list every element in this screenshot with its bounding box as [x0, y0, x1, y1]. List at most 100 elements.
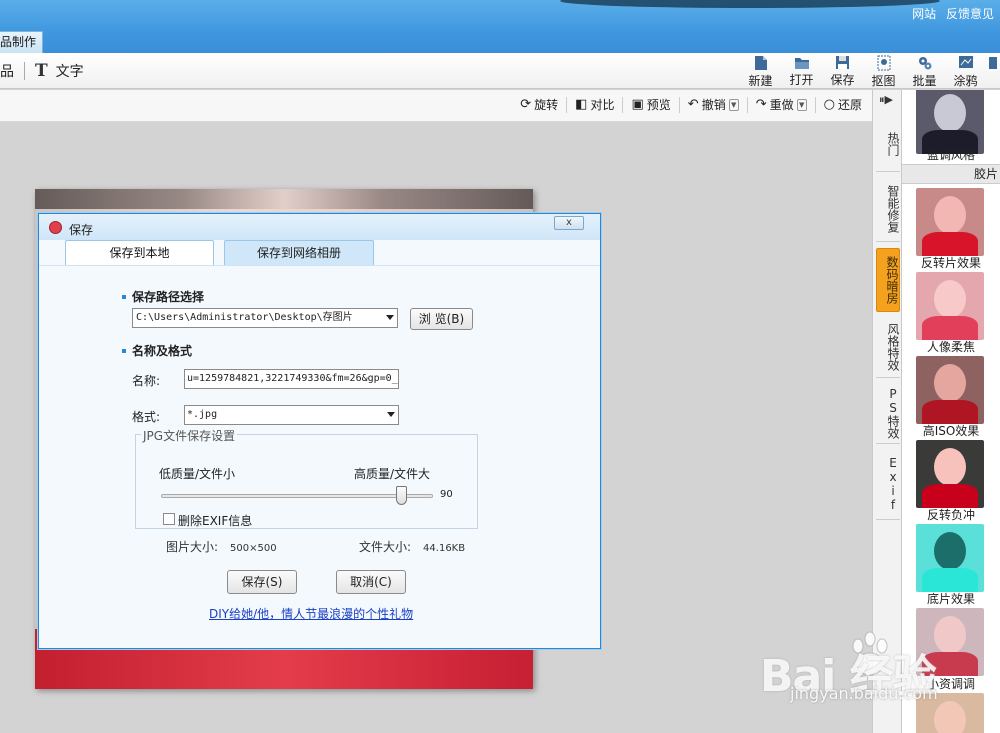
- save-button[interactable]: 保存: [822, 55, 863, 88]
- promo-link[interactable]: DIY给她/他，情人节最浪漫的个性礼物: [209, 605, 413, 622]
- effect-label: 人像柔焦: [926, 340, 975, 354]
- tab-style-effects[interactable]: 风格特效: [876, 316, 900, 378]
- file-size-info: 文件大小: 44.16KB: [359, 538, 465, 555]
- effect-thumb-petty-bourgeois[interactable]: [916, 608, 984, 676]
- website-link[interactable]: 网站: [912, 7, 936, 21]
- undo-button[interactable]: ↶ 撤销 ▼: [684, 96, 743, 113]
- redo-button[interactable]: ↷ 重做 ▼: [752, 96, 811, 113]
- jpg-settings-title: JPG文件保存设置: [141, 427, 238, 444]
- quality-slider-track[interactable]: [161, 494, 433, 498]
- effect-label: 蓝调风格: [926, 148, 975, 162]
- app-logo-icon: [49, 221, 62, 234]
- name-section-title: 名称及格式: [122, 342, 192, 359]
- collapse-panel-icon[interactable]: ⏸▶: [879, 93, 893, 107]
- redo-dropdown-icon[interactable]: ▼: [796, 98, 807, 111]
- effect-thumb-next[interactable]: [916, 693, 984, 733]
- feedback-link[interactable]: 反馈意见: [946, 7, 994, 21]
- divider: [566, 96, 568, 113]
- effect-thumb-high-iso[interactable]: [916, 356, 984, 424]
- bullet-icon: [122, 294, 126, 299]
- dialog-tabs: 保存到本地 保存到网络相册: [65, 240, 384, 266]
- thumb-body: [922, 484, 978, 508]
- redo-icon: ↷: [755, 97, 767, 112]
- thumb-face: [934, 701, 966, 733]
- image-size-value: 500×500: [230, 543, 277, 554]
- dialog-title: 保存: [69, 223, 94, 237]
- browse-button[interactable]: 浏 览(B): [410, 308, 473, 330]
- restore-button[interactable]: ○ 还原: [820, 96, 866, 113]
- chevron-down-icon[interactable]: [386, 315, 394, 320]
- cutout-label: 抠图: [871, 74, 896, 88]
- dialog-body: 保存路径选择 C:\Users\Administrator\Desktop\存图…: [39, 265, 600, 648]
- dialog-titlebar[interactable]: 保存 x: [39, 214, 600, 240]
- restore-icon: ○: [823, 97, 835, 112]
- thumb-body: [922, 568, 978, 592]
- preview-label: 预览: [646, 98, 671, 112]
- rotate-button[interactable]: ⟳ 旋转: [516, 96, 562, 113]
- save-confirm-button[interactable]: 保存(S): [227, 570, 297, 594]
- compare-icon: ◧: [575, 97, 588, 112]
- file-size-label: 文件大小:: [359, 540, 412, 554]
- save-dialog: 保存 x 保存到本地 保存到网络相册 保存路径选择 C:\Users\Admin…: [38, 213, 601, 649]
- tab-digital-darkroom[interactable]: 数码暗房: [876, 248, 900, 312]
- bullet-icon: [122, 348, 126, 353]
- divider: [24, 62, 25, 80]
- restore-label: 还原: [837, 98, 862, 112]
- more-button[interactable]: [986, 55, 1000, 88]
- batch-button[interactable]: 批量: [904, 55, 945, 88]
- quality-value: 90: [440, 489, 453, 500]
- product-menu[interactable]: 品: [0, 61, 14, 81]
- effect-thumbnails-panel: 蓝调风格 胶片 反转片效果 人像柔焦 高ISO效果 反转负冲 底片效果 小资调调: [902, 90, 1000, 733]
- quality-slider-thumb[interactable]: [396, 486, 407, 505]
- tab-hot[interactable]: 热门: [876, 116, 900, 172]
- thumb-face: [934, 448, 966, 486]
- tab-ps-effects[interactable]: PS特效: [876, 382, 900, 444]
- tab-save-online-album[interactable]: 保存到网络相册: [224, 240, 374, 265]
- divider: [678, 96, 680, 113]
- effect-thumb-negative[interactable]: [916, 524, 984, 592]
- thumb-face: [934, 364, 966, 402]
- effect-thumb-cross-process[interactable]: [916, 440, 984, 508]
- thumb-face: [934, 94, 966, 132]
- cutout-icon: [876, 55, 892, 71]
- image-size-info: 图片大小: 500×500: [166, 538, 277, 555]
- preview-button[interactable]: ▣ 预览: [627, 96, 674, 113]
- remove-exif-checkbox[interactable]: [163, 513, 175, 525]
- compare-button[interactable]: ◧ 对比: [571, 96, 618, 113]
- text-tool-label[interactable]: 文字: [56, 61, 84, 81]
- tab-exif[interactable]: Exif: [876, 448, 900, 520]
- format-select[interactable]: *.jpg: [184, 405, 399, 425]
- text-tool-icon[interactable]: T: [35, 61, 48, 81]
- effect-label: 小资调调: [926, 677, 975, 691]
- doodle-button[interactable]: 涂鸦: [945, 55, 986, 88]
- open-button[interactable]: 打开: [781, 55, 822, 88]
- close-button[interactable]: x: [554, 216, 584, 230]
- chevron-down-icon[interactable]: [387, 412, 395, 417]
- jpg-settings-group: JPG文件保存设置 低质量/文件小 高质量/文件大 90 删除EXIF信息: [135, 427, 478, 529]
- new-button[interactable]: 新建: [740, 55, 781, 88]
- name-label: 名称:: [132, 374, 161, 388]
- folder-icon: [794, 55, 810, 70]
- effect-label: 高ISO效果: [922, 424, 980, 438]
- thumb-face: [934, 196, 966, 234]
- remove-exif-label[interactable]: 删除EXIF信息: [178, 512, 252, 529]
- thumb-face: [934, 616, 966, 654]
- open-label: 打开: [789, 73, 814, 87]
- toolbar-left: 品 T 文字: [0, 61, 84, 81]
- image-size-label: 图片大小:: [166, 540, 219, 554]
- floppy-icon: [835, 55, 851, 70]
- tab-smart-repair[interactable]: 智能修复: [876, 176, 900, 242]
- undo-dropdown-icon[interactable]: ▼: [728, 98, 739, 111]
- divider: [814, 96, 816, 113]
- cancel-button[interactable]: 取消(C): [336, 570, 406, 594]
- cutout-button[interactable]: 抠图: [863, 55, 904, 88]
- effect-thumb-reversal[interactable]: [916, 188, 984, 256]
- file-name-input[interactable]: u=1259784821,3221749330&fm=26&gp=0_: [184, 369, 399, 389]
- effect-thumb-blue-tone[interactable]: [916, 90, 984, 154]
- undo-label: 撤销: [701, 98, 726, 112]
- save-path-combo[interactable]: C:\Users\Administrator\Desktop\存图片: [132, 308, 398, 328]
- effect-thumb-soft-focus[interactable]: [916, 272, 984, 340]
- tab-save-local[interactable]: 保存到本地: [65, 240, 214, 265]
- path-section-label: 保存路径选择: [132, 290, 205, 304]
- app-tab[interactable]: 品制作: [0, 31, 44, 53]
